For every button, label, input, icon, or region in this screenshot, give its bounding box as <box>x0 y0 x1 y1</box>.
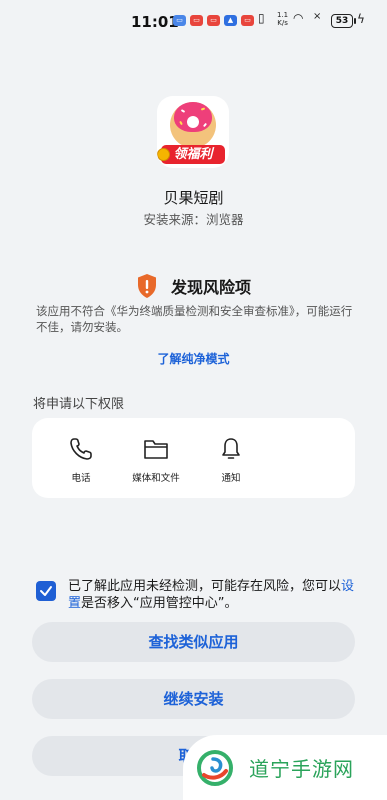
permission-notification[interactable]: 通知 <box>196 436 266 484</box>
wifi-icon: ◠ <box>293 11 304 25</box>
net-speed: 1.1 K/s <box>277 11 289 27</box>
notification-icon: ▭ <box>173 15 186 26</box>
permission-label: 通知 <box>221 473 241 484</box>
watermark-text: 道宁手游网 <box>249 757 354 781</box>
risk-description: 该应用不符合《华为终端质量检测和安全审查标准》，可能运行不佳，请勿安装。 <box>36 304 353 334</box>
notification-icon: ▭ <box>207 15 220 26</box>
coin-icon <box>157 148 170 161</box>
watermark-logo-icon <box>196 749 234 787</box>
status-bar: 11:01 ▭ ▭ ▭ ▲ ▭ ▯ 1.1 K/s ◠ × 53 ϟ <box>0 0 387 44</box>
notification-icon: ▭ <box>241 15 254 26</box>
phone-icon <box>70 438 92 460</box>
permission-media-files[interactable]: 媒体和文件 <box>121 436 191 484</box>
consent-text: 已了解此应用未经检测，可能存在风险，您可以设置是否移入“应用管控中心”。 <box>68 579 355 611</box>
learn-pure-mode-link[interactable]: 了解纯净模式 <box>0 350 387 367</box>
folder-icon <box>144 440 168 459</box>
site-watermark: 道宁手游网 <box>183 735 387 800</box>
charging-icon: ϟ <box>357 12 365 26</box>
risk-header: 发现风险项 <box>0 273 387 299</box>
notification-icon: ▲ <box>224 15 237 26</box>
check-icon <box>40 586 52 596</box>
risk-title: 发现风险项 <box>171 278 252 297</box>
consent-checkbox[interactable] <box>36 581 56 601</box>
find-similar-apps-button[interactable]: 查找类似应用 <box>32 622 355 662</box>
install-source: 安装来源：浏览器 <box>143 212 244 227</box>
warning-shield-icon <box>136 273 158 299</box>
permission-phone[interactable]: 电话 <box>46 436 116 484</box>
permissions-title: 将申请以下权限 <box>33 397 125 412</box>
continue-install-button[interactable]: 继续安装 <box>32 679 355 719</box>
permission-label: 电话 <box>71 473 91 484</box>
permissions-card: 电话 媒体和文件 通知 <box>32 418 355 498</box>
app-icon: 领福利 <box>157 96 229 168</box>
notification-icon: ▭ <box>190 15 203 26</box>
battery-indicator: 53 <box>331 14 356 28</box>
bell-icon <box>222 438 240 459</box>
donut-hole <box>187 116 199 128</box>
status-time: 11:01 <box>131 13 179 31</box>
app-icon-badge: 领福利 <box>161 145 225 164</box>
permission-label: 媒体和文件 <box>132 473 180 484</box>
vibrate-icon: ▯ <box>258 11 265 25</box>
app-name: 贝果短剧 <box>163 189 224 207</box>
no-signal-icon: × <box>313 11 322 22</box>
